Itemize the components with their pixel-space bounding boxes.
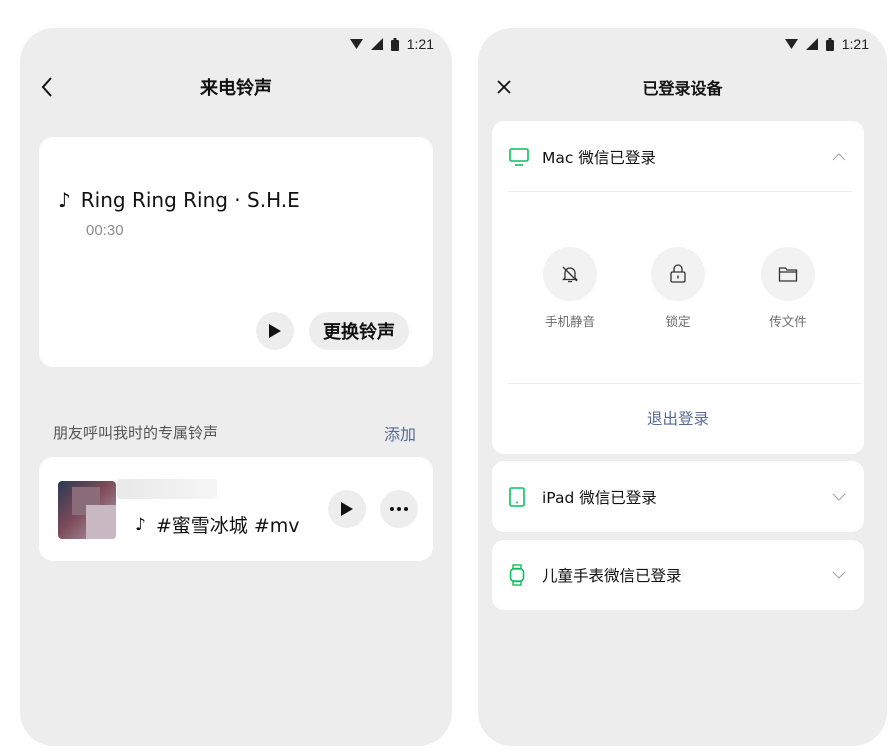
chevron-down-icon (832, 571, 846, 579)
friend-ringtone-item[interactable]: ♪ #蜜雪冰城 #mv (39, 457, 433, 561)
section-label: 朋友呼叫我时的专属铃声 (53, 424, 219, 442)
device-card-watch[interactable]: 儿童手表微信已登录 (492, 540, 864, 610)
music-note-icon: ♪ (58, 188, 71, 212)
page-title: 来电铃声 (200, 78, 272, 99)
logout-button[interactable]: 退出登录 (492, 407, 864, 429)
lock-icon (670, 264, 686, 283)
wifi-icon (349, 39, 363, 49)
chevron-down-icon (832, 493, 846, 501)
battery-icon (390, 37, 399, 51)
device-card-ipad[interactable]: iPad 微信已登录 (492, 461, 864, 532)
lock-circle (651, 247, 705, 301)
mute-phone-action[interactable]: 手机静音 (525, 247, 615, 330)
back-button[interactable] (32, 72, 62, 102)
status-time: 1:21 (406, 36, 434, 52)
mute-circle (543, 247, 597, 301)
battery-icon (825, 37, 834, 51)
signal-icon (370, 38, 383, 50)
cover-thumbnail (58, 481, 116, 539)
status-bar: 1:21 (784, 36, 869, 52)
device-header-ipad[interactable]: iPad 微信已登录 (492, 461, 864, 532)
folder-circle (761, 247, 815, 301)
action-label: 手机静音 (544, 314, 595, 329)
change-ringtone-button[interactable]: 更换铃声 (309, 312, 409, 350)
device-label: 儿童手表微信已登录 (542, 567, 682, 585)
status-bar: 1:21 (349, 36, 434, 52)
friend-ringtone-tag: ♪ #蜜雪冰城 #mv (135, 511, 300, 538)
play-icon (269, 324, 281, 338)
page-title: 已登录设备 (642, 79, 723, 98)
wifi-icon (784, 39, 798, 49)
device-header-watch[interactable]: 儿童手表微信已登录 (492, 540, 864, 610)
divider (508, 191, 852, 192)
bell-off-icon (561, 266, 579, 283)
ringtone-screen: 1:21 来电铃声 ♪ Ring Ring Ring · S.H.E 00:30… (20, 28, 452, 746)
device-card-mac: Mac 微信已登录 手机静音 锁定 传文件 退出登录 (492, 121, 864, 454)
device-label: iPad 微信已登录 (542, 488, 657, 507)
music-note-icon: ♪ (135, 514, 146, 535)
ringtone-tag-text: #蜜雪冰城 #mv (155, 515, 300, 537)
action-label: 锁定 (665, 314, 691, 329)
folder-icon (778, 267, 798, 282)
song-row: ♪ Ring Ring Ring · S.H.E (58, 188, 300, 212)
action-label: 传文件 (769, 314, 807, 329)
blurred-friend-name (117, 479, 217, 499)
transfer-file-action[interactable]: 传文件 (743, 247, 833, 330)
song-name: Ring Ring Ring · S.H.E (80, 188, 300, 212)
friend-play-button[interactable] (328, 490, 366, 528)
logged-in-devices-screen: 1:21 已登录设备 Mac 微信已登录 手机静音 锁定 传文件 退出登录 iP… (478, 28, 887, 746)
back-arrow-icon (41, 77, 52, 97)
signal-icon (805, 38, 818, 50)
status-time: 1:21 (841, 36, 869, 52)
add-link[interactable]: 添加 (384, 421, 416, 445)
device-header-mac[interactable]: Mac 微信已登录 (492, 121, 864, 193)
more-dots-icon (390, 507, 408, 511)
divider (508, 383, 861, 384)
lock-action[interactable]: 锁定 (633, 247, 723, 330)
play-button[interactable] (256, 312, 294, 350)
chevron-up-icon (832, 153, 846, 161)
play-icon (341, 502, 353, 516)
current-ringtone-card: ♪ Ring Ring Ring · S.H.E 00:30 更换铃声 (39, 137, 433, 367)
close-button[interactable] (489, 72, 519, 102)
monitor-icon (509, 148, 529, 166)
watch-icon (509, 564, 525, 586)
device-label: Mac 微信已登录 (542, 149, 656, 167)
close-icon (497, 80, 511, 94)
tablet-icon (509, 486, 525, 507)
more-button[interactable] (380, 490, 418, 528)
song-duration: 00:30 (86, 222, 124, 239)
